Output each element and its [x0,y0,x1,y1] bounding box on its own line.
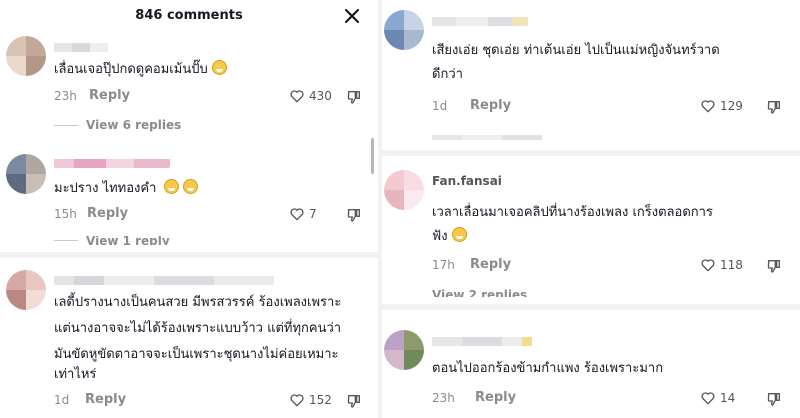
comment-time: 17h [432,258,455,272]
dislike-icon[interactable] [346,89,362,105]
view-replies-blurred[interactable] [432,130,542,140]
username-blurred[interactable] [432,334,532,346]
comment-text-line-4: เท่าไหร่ [54,367,97,382]
heart-icon [701,100,715,113]
close-button[interactable] [340,4,364,28]
username-partial[interactable]: Fan.fansai [432,175,562,185]
comment-text-line-1: เสียงเอ่ย ชุดเอ่ย ท่าเต้นเอ่ย ไปเป็นแม่ห… [432,43,720,58]
comments-count-title: 846 comments [135,8,243,23]
like-count: 14 [720,391,736,405]
comment-text-line-2: ฟัง [432,226,467,248]
reply-button[interactable]: Reply [87,206,128,221]
comment-text: มะปราง ไททองคำ [54,178,199,200]
avatar[interactable] [384,10,424,50]
grinning-sweat-emoji [451,227,467,242]
comment-time: 23h [432,391,455,405]
dislike-icon[interactable] [346,393,362,409]
dislike-icon[interactable] [766,258,782,274]
reply-button[interactable]: Reply [89,88,130,103]
comment-time: 1d [54,393,70,407]
heart-icon [290,394,304,407]
avatar[interactable] [6,270,46,310]
avatar[interactable] [384,170,424,210]
avatar[interactable] [6,36,46,76]
reply-button[interactable]: Reply [475,390,516,405]
scrollbar-thumb[interactable] [371,138,374,174]
grinning-emoji [164,179,180,194]
like-button[interactable]: 430 [289,88,332,104]
like-button[interactable]: 7 [289,206,317,222]
crop-separator [382,304,800,310]
comment-text-line-3: มันขัดหูขัดตาอาจจะเป็นเพราะชุดนางไม่ค่อย… [54,347,339,362]
crop-separator [0,252,378,258]
username-blurred[interactable] [54,273,274,285]
username-blurred[interactable] [54,40,108,52]
heart-icon [290,208,304,221]
grinning-sweat-emoji [211,60,227,75]
like-count: 118 [720,258,743,272]
grinning-emoji [183,179,199,194]
comments-panel-left: 846 comments เลื่อนเจอปุ๊ปกดดูคอมเม้นปั๊… [0,0,378,418]
view-replies-partial[interactable]: View 2 replies [432,289,582,297]
comment-text-line-1: เวลาเลื่อนมาเจอคลิปที่นางร้องเพลง เกร็งต… [432,205,713,220]
like-button[interactable]: 14 [700,390,735,406]
username-blurred[interactable] [54,156,170,168]
comment-text-line-2: ดีกว่า [432,67,463,82]
comment-text-line-2: แต่นางอาจจะไม่ได้ร้องเพราะแบบว้าว แต่ที่… [54,321,342,336]
view-replies-button[interactable]: View 6 replies [54,118,181,132]
like-button[interactable]: 118 [700,257,743,273]
dislike-icon[interactable] [766,391,782,407]
like-count: 430 [309,89,332,103]
comment-time: 1d [432,99,448,113]
like-button[interactable]: 152 [289,392,332,408]
view-replies-button[interactable]: View 1 reply [54,236,170,245]
comments-panel-right: เสียงเอ่ย ชุดเอ่ย ท่าเต้นเอ่ย ไปเป็นแม่ห… [382,0,800,418]
dislike-icon[interactable] [346,207,362,223]
heart-icon [701,259,715,272]
comment-time: 15h [54,207,77,221]
heart-icon [701,392,715,405]
reply-button[interactable]: Reply [470,257,511,272]
avatar[interactable] [6,154,46,194]
reply-button[interactable]: Reply [85,392,126,407]
avatar[interactable] [384,330,424,370]
comment-text-line-1: เลดี้ปรางนางเป็นคนสวย มีพรสวรรค์ ร้องเพล… [54,295,342,310]
dislike-icon[interactable] [766,99,782,115]
like-count: 129 [720,99,743,113]
comment-text: เลื่อนเจอปุ๊ปกดดูคอมเม้นปั๊บ [54,59,227,81]
comment-time: 23h [54,89,77,103]
comment-text: ตอนไปออกร้องข้ามกำแพง ร้องเพราะมาก [432,361,664,376]
like-count: 7 [309,207,317,221]
crop-separator [382,150,800,156]
like-button[interactable]: 129 [700,98,743,114]
close-icon [344,8,360,24]
username-blurred[interactable] [432,14,528,26]
like-count: 152 [309,393,332,407]
heart-icon [290,90,304,103]
reply-button[interactable]: Reply [470,98,511,113]
